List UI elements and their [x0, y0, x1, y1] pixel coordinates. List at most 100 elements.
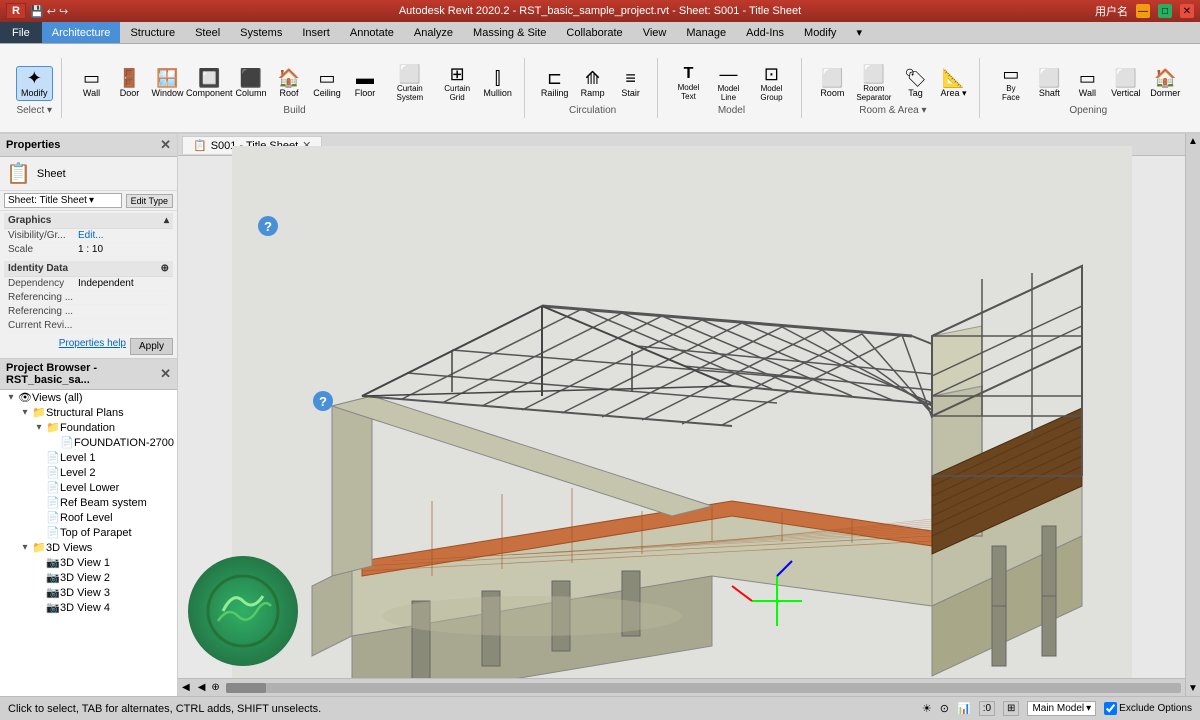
ribbon-btn-tag[interactable]: 🏷 Tag [897, 67, 933, 100]
tree-expand-2[interactable]: ▾ [32, 422, 46, 433]
tree-label-6: Level Lower [60, 482, 177, 494]
scroll-down-arrow[interactable]: ▼ [1186, 681, 1200, 696]
tree-item-5[interactable]: 📄Level 2 [0, 465, 177, 480]
ribbon-btn-area[interactable]: 📐 Area ▾ [935, 67, 971, 101]
ribbon-btn-model-line[interactable]: — Model Line [709, 63, 747, 104]
graphics-section-header: Graphics ▴ [4, 213, 173, 229]
ribbon-btn-mullion[interactable]: ⫿ Mullion [480, 67, 516, 100]
ribbon-group-select: ✦ Modify Select ▾ [8, 58, 62, 118]
ribbon-btn-component[interactable]: 🔲 Component [188, 67, 231, 100]
menu-view[interactable]: View [633, 22, 677, 43]
ribbon-btn-wall-opening[interactable]: ▭ Wall [1069, 67, 1105, 100]
minimize-button[interactable]: — [1136, 4, 1150, 18]
browser-content[interactable]: ▾👁Views (all)▾📁Structural Plans▾📁Foundat… [0, 390, 177, 696]
properties-close-button[interactable]: ✕ [160, 137, 171, 153]
menu-analyze[interactable]: Analyze [404, 22, 463, 43]
active-workset-dropdown[interactable]: Main Model ▾ [1027, 701, 1096, 716]
ribbon-btn-room[interactable]: ⬜ Room [814, 67, 850, 100]
ribbon-btn-ramp[interactable]: ⟰ Ramp [575, 67, 611, 100]
mullion-icon: ⫿ [495, 69, 501, 87]
apply-button[interactable]: Apply [130, 338, 173, 355]
tree-item-4[interactable]: 📄Level 1 [0, 450, 177, 465]
ribbon-btn-roof[interactable]: 🏠 Roof [271, 67, 307, 100]
menu-massing[interactable]: Massing & Site [463, 22, 556, 43]
tree-item-0[interactable]: ▾👁Views (all) [0, 390, 177, 405]
statusbar-left: Click to select, TAB for alternates, CTR… [8, 703, 321, 715]
tree-item-7[interactable]: 📄Ref Beam system [0, 495, 177, 510]
tree-expand-10[interactable]: ▾ [18, 542, 32, 553]
ribbon-btn-dormer[interactable]: 🏠 Dormer [1146, 67, 1184, 100]
ribbon-btn-vertical[interactable]: ⬜ Vertical [1107, 67, 1144, 100]
tree-expand-0[interactable]: ▾ [4, 392, 18, 403]
tree-expand-1[interactable]: ▾ [18, 407, 32, 418]
help-bubble-1[interactable]: ? [258, 216, 278, 236]
ribbon-btn-wall[interactable]: ▭ Wall [74, 67, 110, 100]
sheet-type-dropdown[interactable]: Sheet: Title Sheet ▾ [4, 193, 122, 208]
tree-item-14[interactable]: 📷3D View 4 [0, 600, 177, 615]
ribbon-btn-door[interactable]: 🚪 Door [112, 67, 148, 100]
menu-systems[interactable]: Systems [230, 22, 292, 43]
tree-item-6[interactable]: 📄Level Lower [0, 480, 177, 495]
exclude-options-checkbox[interactable]: Exclude Options [1104, 702, 1192, 715]
ribbon-btn-ceiling[interactable]: ▭ Ceiling [309, 67, 345, 100]
visibility-edit-link[interactable]: Edit... [78, 230, 169, 241]
nav-prev-button[interactable]: ◀ [194, 682, 210, 693]
ribbon-btn-window[interactable]: 🪟 Window [150, 67, 186, 100]
scroll-up-arrow[interactable]: ▲ [1186, 134, 1200, 149]
exclude-options-input[interactable] [1104, 702, 1117, 715]
ribbon-btn-railing[interactable]: ⊏ Railing [537, 67, 573, 100]
tree-icon-3: 📄 [60, 436, 74, 449]
horizontal-scrollbar-track[interactable] [226, 683, 1181, 693]
ribbon-btn-room-sep[interactable]: ⬜ Room Separator [852, 63, 895, 104]
stair-icon: ≡ [625, 69, 636, 87]
tab-icon: 📋 [193, 139, 207, 152]
menu-structure[interactable]: Structure [120, 22, 185, 43]
user-info: 用户名 [1095, 3, 1128, 19]
ribbon-btn-column[interactable]: ⬛ Column [233, 67, 269, 100]
tree-item-12[interactable]: 📷3D View 2 [0, 570, 177, 585]
menu-architecture[interactable]: Architecture [42, 22, 121, 43]
tree-label-8: Roof Level [60, 512, 177, 524]
tree-item-13[interactable]: 📷3D View 3 [0, 585, 177, 600]
scroll-left-arrow[interactable]: ◀ [178, 682, 194, 693]
tree-item-9[interactable]: 📄Top of Parapet [0, 525, 177, 540]
menu-steel[interactable]: Steel [185, 22, 230, 43]
viewport[interactable]: 📋 S001 - Title Sheet ✕ [178, 134, 1185, 696]
viewport-scrollbar-bottom[interactable]: ◀ ◀ ⊕ [178, 678, 1185, 696]
ribbon-btn-floor[interactable]: ▬ Floor [347, 67, 383, 100]
project-browser-close-button[interactable]: ✕ [160, 366, 171, 382]
ribbon-btn-curtain-system[interactable]: ⬜ Curtain System [385, 63, 435, 104]
menu-extra[interactable]: ▾ [846, 22, 872, 43]
maximize-button[interactable]: □ [1158, 4, 1172, 18]
menu-insert[interactable]: Insert [292, 22, 340, 43]
tree-item-11[interactable]: 📷3D View 1 [0, 555, 177, 570]
identity-section-header: Identity Data ⊕ [4, 261, 173, 277]
app-badge-icon [203, 571, 283, 651]
menu-file[interactable]: File [0, 22, 42, 43]
ribbon-btn-model-group[interactable]: ⊡ Model Group [750, 63, 794, 104]
ribbon-btn-model-text[interactable]: T Model Text [670, 64, 708, 103]
menu-modify[interactable]: Modify [794, 22, 846, 43]
ribbon-btn-shaft[interactable]: ⬜ Shaft [1031, 67, 1067, 100]
tree-item-3[interactable]: 📄FOUNDATION-2700 [0, 435, 177, 450]
ribbon-btn-modify[interactable]: ✦ Modify [16, 66, 53, 101]
help-bubble-2[interactable]: ? [313, 391, 333, 411]
edit-type-button[interactable]: Edit Type [126, 194, 173, 208]
tree-item-1[interactable]: ▾📁Structural Plans [0, 405, 177, 420]
menu-addins[interactable]: Add-Ins [736, 22, 794, 43]
close-button[interactable]: ✕ [1180, 4, 1194, 18]
tree-item-2[interactable]: ▾📁Foundation [0, 420, 177, 435]
ribbon-btn-curtain-grid[interactable]: ⊞ Curtain Grid [437, 63, 478, 104]
right-scrollbar[interactable]: ▲ ▼ [1185, 134, 1200, 696]
tree-item-10[interactable]: ▾📁3D Views [0, 540, 177, 555]
ribbon-btn-stair[interactable]: ≡ Stair [613, 67, 649, 100]
tree-item-8[interactable]: 📄Roof Level [0, 510, 177, 525]
properties-help-link[interactable]: Properties help [59, 338, 126, 355]
modify-icon: ✦ [27, 69, 42, 87]
menu-annotate[interactable]: Annotate [340, 22, 404, 43]
ribbon: ✦ Modify Select ▾ ▭ Wall 🚪 Door 🪟 Wind [0, 44, 1200, 134]
ribbon-btn-by-face[interactable]: ▭ By Face [992, 63, 1029, 104]
menu-collaborate[interactable]: Collaborate [556, 22, 632, 43]
menu-manage[interactable]: Manage [676, 22, 736, 43]
horizontal-scrollbar-thumb[interactable] [226, 683, 266, 693]
